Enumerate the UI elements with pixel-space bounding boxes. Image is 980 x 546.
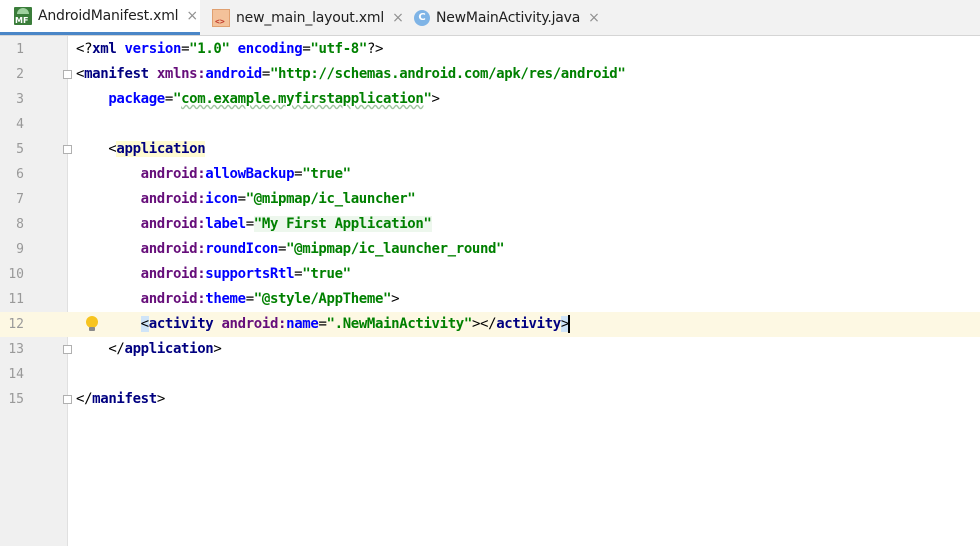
line-number: 7 [16, 192, 24, 207]
code-line[interactable]: 13 </application> [0, 337, 980, 362]
code-editor[interactable]: 1 <?xml version="1.0" encoding="utf-8"?> 2… [0, 36, 980, 546]
manifest-file-icon: MF [14, 7, 32, 25]
tab-new-main-activity[interactable]: C NewMainActivity.java × [406, 0, 616, 35]
code-text: android:roundIcon="@mipmap/ic_launcher_r… [140, 241, 505, 257]
code-text: <application [108, 141, 206, 157]
line-number: 1 [16, 42, 24, 57]
tab-label: NewMainActivity.java [436, 9, 581, 26]
fold-marker-icon[interactable] [63, 345, 72, 354]
code-text: android:label="My First Application" [140, 216, 432, 232]
code-line[interactable]: 12 <activity android:name=".NewMainActiv… [0, 312, 980, 337]
tab-android-manifest[interactable]: MF AndroidManifest.xml × [0, 0, 200, 35]
code-text: <manifest xmlns:android="http://schemas.… [76, 66, 626, 82]
code-text: android:icon="@mipmap/ic_launcher" [140, 191, 416, 207]
code-line[interactable]: 2 <manifest xmlns:android="http://schemas… [0, 62, 980, 87]
code-line[interactable]: 10 android:supportsRtl="true" [0, 262, 980, 287]
close-icon[interactable]: × [588, 10, 600, 26]
code-line[interactable]: 5 <application [0, 137, 980, 162]
line-number: 6 [16, 167, 24, 182]
close-icon[interactable]: × [186, 8, 198, 24]
tab-label: AndroidManifest.xml [38, 8, 179, 24]
code-line[interactable]: 8 android:label="My First Application" [0, 212, 980, 237]
code-line[interactable]: 3 package="com.example.myfirstapplicatio… [0, 87, 980, 112]
line-number: 2 [16, 67, 24, 82]
fold-marker-icon[interactable] [63, 145, 72, 154]
tab-label: new_main_layout.xml [236, 9, 385, 26]
fold-marker-icon[interactable] [63, 70, 72, 79]
fold-marker-icon[interactable] [63, 395, 72, 404]
java-class-icon: C [414, 9, 430, 26]
code-line[interactable]: 9 android:roundIcon="@mipmap/ic_launcher… [0, 237, 980, 262]
line-number: 11 [8, 292, 24, 307]
code-text: package="com.example.myfirstapplication"… [108, 91, 440, 107]
code-line[interactable]: 6 android:allowBackup="true" [0, 162, 980, 187]
layout-file-icon: <> [212, 8, 230, 27]
close-icon[interactable]: × [392, 10, 404, 26]
line-number: 10 [8, 267, 24, 282]
text-caret [567, 315, 570, 333]
code-text: android:theme="@style/AppTheme"> [140, 291, 400, 307]
code-line[interactable]: 7 android:icon="@mipmap/ic_launcher" [0, 187, 980, 212]
code-text: android:supportsRtl="true" [140, 266, 351, 282]
code-line[interactable]: 14 [0, 362, 980, 387]
code-text: <activity android:name=".NewMainActivity… [140, 315, 570, 333]
line-number: 15 [8, 392, 24, 407]
code-text: android:allowBackup="true" [140, 166, 351, 182]
tab-new-main-layout[interactable]: <> new_main_layout.xml × [200, 0, 406, 35]
line-number: 13 [8, 342, 24, 357]
line-number: 8 [16, 217, 24, 232]
line-number: 9 [16, 242, 24, 257]
code-text: </application> [108, 341, 222, 357]
editor-tab-bar: MF AndroidManifest.xml × <> new_main_lay… [0, 0, 980, 36]
code-line[interactable]: 11 android:theme="@style/AppTheme"> [0, 287, 980, 312]
line-number: 12 [8, 317, 24, 332]
code-line[interactable]: 1 <?xml version="1.0" encoding="utf-8"?> [0, 37, 980, 62]
code-text: </manifest> [76, 391, 165, 407]
code-line[interactable]: 4 [0, 112, 980, 137]
line-number: 14 [8, 367, 24, 382]
line-number: 5 [16, 142, 24, 157]
code-text: <?xml version="1.0" encoding="utf-8"?> [76, 41, 384, 57]
line-number: 3 [16, 92, 24, 107]
code-line[interactable]: 15 </manifest> [0, 387, 980, 412]
line-number: 4 [16, 117, 24, 132]
